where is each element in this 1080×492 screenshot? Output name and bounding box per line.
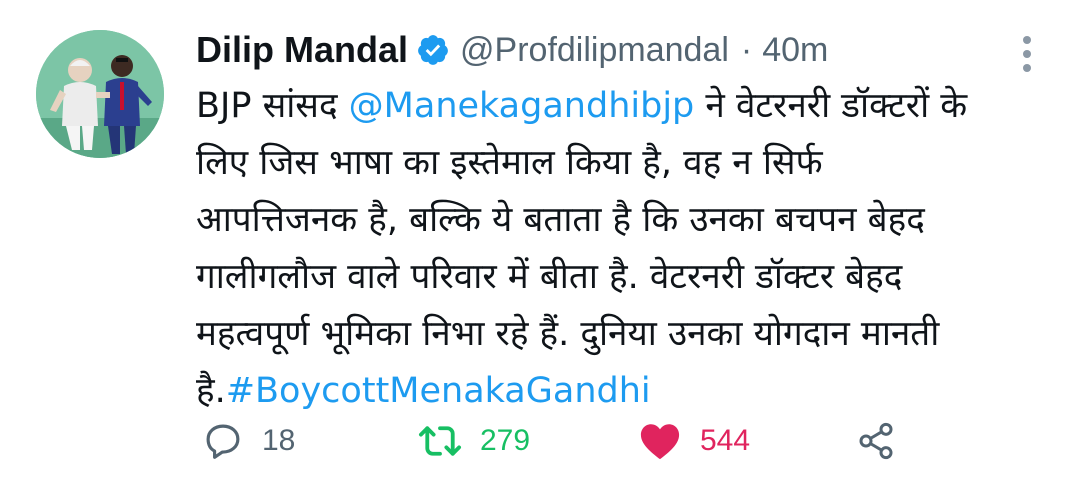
author-name[interactable]: Dilip Mandal [196,29,408,71]
retweet-icon [419,426,462,456]
mention-link[interactable]: @Manekagandhibjp [349,86,695,126]
heart-icon [640,424,680,460]
share-icon [859,422,893,460]
more-vertical-icon[interactable] [1020,34,1034,74]
tweet-text-segment: BJP सांसद [196,86,349,126]
retweet-button[interactable]: 279 [418,418,530,464]
reply-count: 18 [262,424,296,457]
tweet-text-line: BJP सांसद @Manekagandhibjp ने वेटरनरी डॉ… [196,78,1056,135]
like-button[interactable]: 544 [638,418,750,464]
retweet-count: 279 [480,424,531,457]
verified-badge-icon [416,33,450,67]
tweet-actions: 18 279 544 [196,418,1056,464]
hashtag-link[interactable]: #BoycottMenakaGandhi [226,371,651,411]
reply-button[interactable]: 18 [202,418,295,464]
tweet-text-line: गालीगलौज वाले परिवार में बीता है. वेटरनर… [196,257,903,297]
tweet-text: BJP सांसद @Manekagandhibjp ने वेटरनरी डॉ… [196,78,1056,420]
tweet-text-segment: है. [196,371,226,411]
share-button[interactable] [856,418,896,464]
author-handle[interactable]: @Profdilipmandal [460,31,729,70]
separator-dot: · [740,30,753,69]
tweet-timestamp[interactable]: 40m [762,31,828,70]
tweet-text-line: महत्वपूर्ण भूमिका निभा रहे हैं. दुनिया उ… [196,314,940,354]
tweet-text-segment: ने वेटरनरी डॉक्टरों के [694,86,968,126]
tweet-text-line: आपत्तिजनक है, बल्कि ये बताता है कि उनका … [196,200,925,240]
reply-icon [206,424,240,459]
tweet-card[interactable]: Dilip Mandal @Profdilipmandal · 40m BJP … [0,0,1080,492]
tweet-header: Dilip Mandal @Profdilipmandal · 40m [196,26,828,74]
tweet-text-line: है.#BoycottMenakaGandhi [196,363,1056,420]
tweet-text-line: लिए जिस भाषा का इस्तेमाल किया है, वह न स… [196,143,823,183]
like-count: 544 [700,424,751,457]
avatar[interactable] [36,30,164,158]
